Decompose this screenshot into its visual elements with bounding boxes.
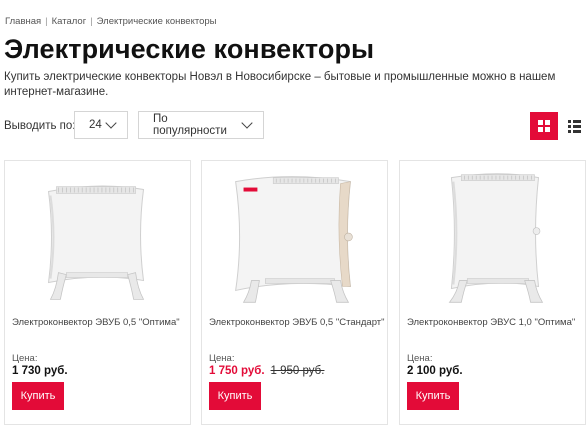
old-price: 1 950 руб. [270, 365, 325, 377]
buy-button[interactable]: Купить [209, 382, 261, 410]
price-label: Цена: [209, 353, 235, 364]
current-price: 2 100 руб. [407, 365, 463, 377]
buy-button[interactable]: Купить [12, 382, 64, 410]
page-description: Купить электрические конвекторы Новэл в … [4, 71, 556, 98]
chevron-down-icon [241, 117, 253, 129]
breadcrumb-current: Электрические конвекторы [96, 16, 217, 27]
product-card[interactable]: Электроконвектор ЭВУБ 0,5 "Оптима" Цена:… [4, 160, 191, 425]
price-label: Цена: [12, 353, 38, 364]
price-label: Цена: [407, 353, 433, 364]
list-icon [567, 119, 581, 133]
white-convector-heater-icon[interactable] [202, 169, 387, 309]
sort-value: По популярности [153, 113, 227, 137]
breadcrumb: Главная | Каталог | Электрические конвекторы [5, 16, 217, 27]
product-price: 2 100 руб. [407, 365, 463, 377]
white-convector-heater-icon[interactable] [400, 169, 585, 309]
breadcrumb-separator: | [45, 16, 48, 27]
items-per-page-value: 24 [89, 119, 102, 131]
breadcrumb-separator: | [90, 16, 93, 27]
product-card[interactable]: Электроконвектор ЭВУБ 0,5 "Стандарт" Цен… [201, 160, 388, 425]
white-convector-heater-icon[interactable] [5, 169, 190, 309]
product-title[interactable]: Электроконвектор ЭВУС 1,0 "Оптима" [407, 317, 582, 328]
product-price: 1 730 руб. [12, 365, 68, 377]
current-price: 1 730 руб. [12, 365, 68, 377]
page-title: Электрические конвекторы [4, 34, 375, 64]
product-title[interactable]: Электроконвектор ЭВУБ 0,5 "Оптима" [12, 317, 187, 328]
breadcrumb-home-link[interactable]: Главная [5, 16, 41, 27]
product-price: 1 750 руб. 1 950 руб. [209, 365, 324, 377]
items-per-page-select[interactable]: 24 [74, 111, 128, 139]
list-view-button[interactable] [560, 112, 588, 140]
breadcrumb-catalog-link[interactable]: Каталог [52, 16, 87, 27]
chevron-down-icon [105, 117, 117, 129]
buy-button[interactable]: Купить [407, 382, 459, 410]
current-price: 1 750 руб. [209, 365, 265, 377]
sort-select[interactable]: По популярности [138, 111, 264, 139]
product-title[interactable]: Электроконвектор ЭВУБ 0,5 "Стандарт" [209, 317, 385, 328]
grid-icon [538, 120, 550, 132]
items-per-page-label: Выводить по: [4, 120, 76, 132]
grid-view-button[interactable] [530, 112, 558, 140]
product-card[interactable]: Электроконвектор ЭВУС 1,0 "Оптима" Цена:… [399, 160, 586, 425]
